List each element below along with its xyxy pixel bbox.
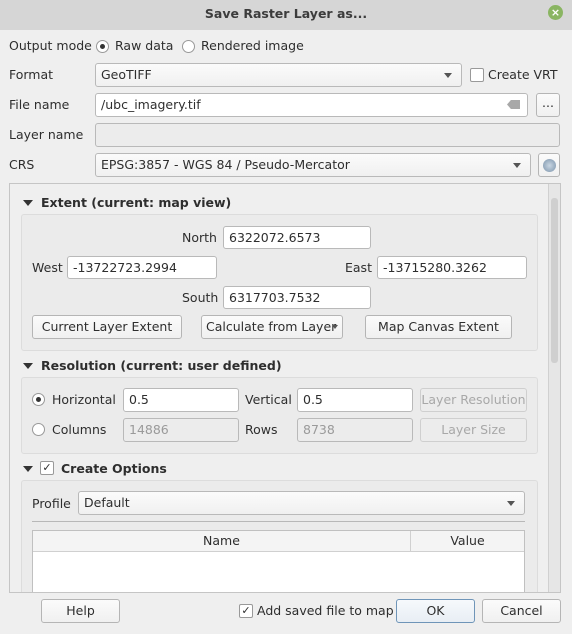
ok-button[interactable]: OK [396,599,475,623]
raw-data-label: Raw data [115,38,174,53]
horizontal-radio[interactable] [32,393,45,406]
crs-label: CRS [9,157,35,172]
scrollbar-thumb[interactable] [551,198,558,363]
calculate-from-layer-button[interactable]: Calculate from Layer [201,315,343,339]
create-vrt-label: Create VRT [488,67,558,82]
profile-value: Default [84,495,130,510]
chevron-down-icon [507,501,515,506]
rendered-image-radio[interactable] [182,40,195,53]
file-name-value: /ubc_imagery.tif [101,97,201,112]
format-value: GeoTIFF [101,67,152,82]
columns-radio[interactable] [32,423,45,436]
east-input[interactable]: -13715280.3262 [377,256,527,279]
cancel-button[interactable]: Cancel [482,599,561,623]
add-to-map-label: Add saved file to map [257,603,394,618]
output-mode-label: Output mode [9,38,92,53]
create-options-checkbox[interactable]: ✓ [40,461,54,475]
close-icon[interactable]: × [548,5,563,20]
vertical-label: Vertical [245,392,292,407]
columns-input[interactable]: 14886 [123,418,239,442]
crs-select-button[interactable] [538,153,560,177]
collapse-triangle-icon[interactable] [23,200,33,206]
scrollbar[interactable] [548,184,560,592]
crs-combo[interactable]: EPSG:3857 - WGS 84 / Pseudo-Mercator [95,153,531,177]
rendered-image-label: Rendered image [201,38,304,53]
raw-data-radio[interactable] [96,40,109,53]
layer-name-label: Layer name [9,127,84,142]
layer-size-button[interactable]: Layer Size [420,418,527,442]
help-button[interactable]: Help [41,599,120,623]
collapse-triangle-icon[interactable] [23,363,33,369]
file-name-label: File name [9,97,70,112]
extent-header[interactable]: Extent (current: map view) [41,195,231,211]
layer-name-input[interactable] [95,123,560,147]
calculate-from-layer-label: Calculate from Layer [206,319,337,334]
west-input[interactable]: -13722723.2994 [67,256,217,279]
south-label: South [182,290,219,305]
rows-label: Rows [245,422,278,437]
north-input[interactable]: 6322072.6573 [223,226,371,249]
format-label: Format [9,67,54,82]
crs-value: EPSG:3857 - WGS 84 / Pseudo-Mercator [101,157,350,172]
window-title: Save Raster Layer as... [204,6,368,21]
title-bar: Save Raster Layer as... [0,0,572,30]
scroll-area: Extent (current: map view) North 6322072… [9,183,561,593]
create-options-header[interactable]: Create Options [61,461,167,477]
create-vrt-checkbox[interactable] [470,68,484,82]
profile-label: Profile [32,496,71,511]
column-header-value[interactable]: Value [411,531,524,552]
layer-resolution-button[interactable]: Layer Resolution [420,388,527,412]
chevron-down-icon [444,73,452,78]
vertical-input[interactable]: 0.5 [297,388,413,412]
north-label: North [182,230,217,245]
resolution-header[interactable]: Resolution (current: user defined) [41,358,282,374]
add-to-map-checkbox[interactable]: ✓ [239,604,253,618]
rows-input[interactable]: 8738 [297,418,413,442]
columns-label: Columns [52,422,107,437]
format-combo[interactable]: GeoTIFF [95,63,462,87]
chevron-down-icon [513,163,521,168]
column-header-name[interactable]: Name [33,531,411,552]
file-name-input[interactable]: /ubc_imagery.tif [95,93,528,117]
globe-icon [543,159,556,172]
map-canvas-extent-button[interactable]: Map Canvas Extent [365,315,512,339]
chevron-down-icon [332,325,338,329]
profile-combo[interactable]: Default [78,491,525,515]
south-input[interactable]: 6317703.7532 [223,286,371,309]
east-label: East [345,260,372,275]
options-table: Name Value [32,530,525,592]
browse-button[interactable]: ... [536,93,560,117]
divider [32,521,525,522]
current-layer-extent-button[interactable]: Current Layer Extent [32,315,182,339]
collapse-triangle-icon[interactable] [23,466,33,472]
horizontal-label: Horizontal [52,392,116,407]
west-label: West [32,260,63,275]
horizontal-input[interactable]: 0.5 [123,388,239,412]
